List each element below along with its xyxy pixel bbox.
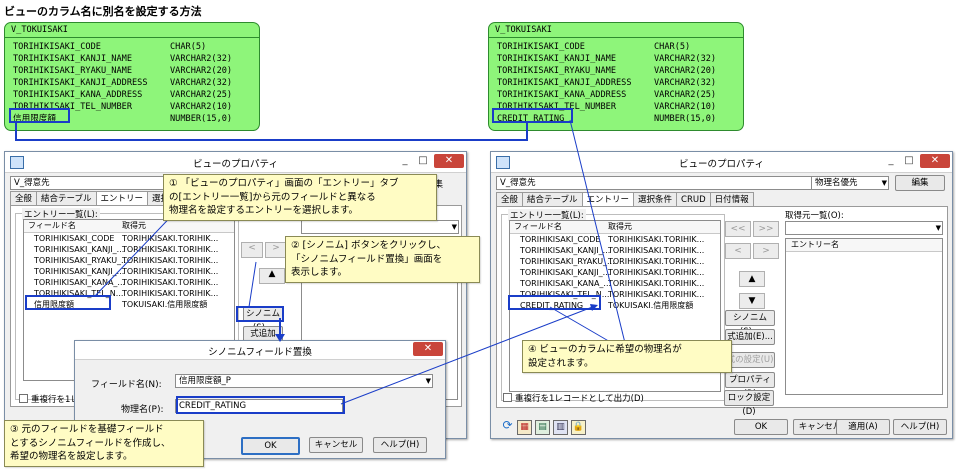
callout-3-line-1: ③ 元のフィールドを基礎フィールド bbox=[10, 424, 164, 435]
callout-3-line-3: 希望の物理名を設定します。 bbox=[10, 451, 133, 462]
callout-1-line-1: ① 「ビューのプロパティ」画面の「エントリー」タブ bbox=[169, 178, 399, 189]
callout-4-line-1: ④ ビューのカラムに希望の物理名が bbox=[528, 344, 682, 355]
callout-2-line-3: 表示します。 bbox=[291, 267, 348, 278]
callout-1-line-2: の[エントリー一覧]から元のフィールドと異なる bbox=[169, 191, 376, 203]
callout-1-line-3: 物理名を設定するエントリーを選択します。 bbox=[169, 205, 359, 216]
callout-3: ③ 元のフィールドを基礎フィールド とするシノニムフィールドを作成し、 希望の物… bbox=[4, 420, 204, 467]
callout-3-line-2: とするシノニムフィールドを作成し、 bbox=[10, 437, 171, 449]
callout-2-line-1: ② [シノニム] ボタンをクリックし、 bbox=[291, 240, 446, 251]
callout-4: ④ ビューのカラムに希望の物理名が 設定されます。 bbox=[522, 340, 732, 373]
callout-4-line-2: 設定されます。 bbox=[528, 357, 594, 369]
callout-1: ① 「ビューのプロパティ」画面の「エントリー」タブ の[エントリー一覧]から元の… bbox=[163, 174, 437, 221]
callout-2: ② [シノニム] ボタンをクリックし、 「シノニムフィールド置換」画面を 表示し… bbox=[285, 236, 480, 283]
callout-2-line-2: 「シノニムフィールド置換」画面を bbox=[291, 253, 443, 265]
